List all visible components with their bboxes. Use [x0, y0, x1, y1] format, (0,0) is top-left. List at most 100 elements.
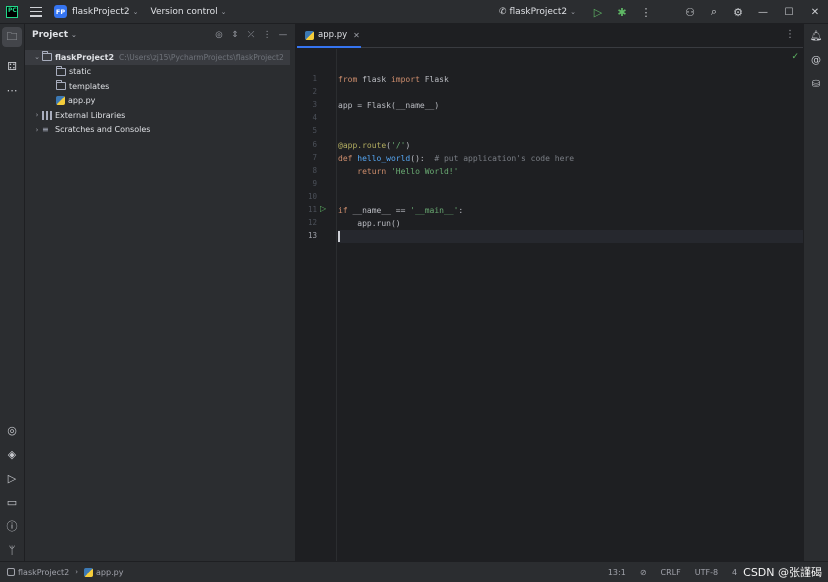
line-number[interactable]: 13 [297, 231, 317, 240]
code-token: : [458, 206, 464, 215]
project-switcher[interactable]: flaskProject2 ⌄ [72, 7, 138, 17]
add-user-icon[interactable]: ⚇ [678, 0, 702, 24]
code-line[interactable]: from flask import Flask [338, 73, 449, 86]
python-file-icon [84, 567, 94, 577]
locate-file-icon[interactable]: ◎ [213, 28, 225, 42]
project-name: flaskProject2 [72, 6, 130, 17]
run-config-label: flaskProject2 [509, 7, 568, 17]
gear-icon[interactable]: ⚙ [726, 0, 750, 24]
structure-icon[interactable]: ⚃ [2, 56, 22, 76]
caret-position[interactable]: 13:1 [608, 568, 626, 577]
folder-icon [42, 51, 52, 62]
line-number[interactable]: 3 [297, 100, 317, 109]
chevron-down-icon: ⌄ [570, 8, 576, 16]
git-branch-icon[interactable]: ᛘ [2, 540, 22, 560]
line-number[interactable]: 10 [297, 192, 317, 201]
code-token: Flask [419, 75, 449, 84]
project-badge[interactable]: FP [54, 5, 67, 18]
line-number[interactable]: 11 [297, 205, 317, 214]
no-write-access-icon[interactable]: ⊘ [640, 568, 647, 577]
collapse-all-icon[interactable]: ⤫ [245, 28, 257, 42]
tree-item-app-py[interactable]: app.py [25, 94, 296, 109]
debug-icon[interactable]: ✱ [610, 0, 634, 24]
run-configuration-selector[interactable]: ✆ flaskProject2 ⌄ [499, 7, 576, 17]
line-number[interactable]: 2 [297, 87, 317, 96]
file-encoding[interactable]: UTF-8 [695, 568, 718, 577]
line-number[interactable]: 4 [297, 113, 317, 122]
chevron-down-icon: ⌄ [220, 7, 227, 16]
line-number[interactable]: 12 [297, 218, 317, 227]
indent-setting[interactable]: 4 [732, 568, 737, 577]
status-bar: flaskProject2 › app.py 13:1 ⊘ CRLF UTF-8… [0, 561, 828, 582]
project-tree: ⌄ flaskProject2 C:\Users\zj15\PycharmPro… [25, 50, 296, 137]
chevron-right-icon[interactable]: › [32, 111, 42, 119]
module-icon [7, 568, 15, 576]
tab-app-py[interactable]: app.py ✕ [297, 24, 361, 48]
options-icon[interactable]: ⋮ [261, 28, 273, 42]
chevron-down-icon: ⌄ [71, 31, 77, 39]
tree-item-root[interactable]: ⌄ flaskProject2 C:\Users\zj15\PycharmPro… [25, 50, 290, 65]
tab-label: app.py [318, 30, 348, 40]
expand-all-icon[interactable]: ⇕ [229, 28, 241, 42]
line-number[interactable]: 6 [297, 140, 317, 149]
line-separator[interactable]: CRLF [661, 568, 681, 577]
inspection-ok-icon[interactable]: ✓ [791, 52, 799, 62]
line-number[interactable]: 1 [297, 74, 317, 83]
code-line[interactable] [338, 230, 803, 244]
services-icon[interactable]: ▷ [2, 468, 22, 488]
tree-item-templates[interactable]: templates [25, 79, 296, 94]
run-gutter-icon[interactable]: ▷ [320, 204, 326, 213]
chevron-down-icon[interactable]: ⌄ [32, 53, 42, 61]
breadcrumb-project[interactable]: flaskProject2 [18, 568, 69, 577]
python-file-icon [305, 30, 314, 40]
minimize-button[interactable]: — [750, 0, 776, 24]
code-token: return [357, 166, 391, 176]
project-folder-icon[interactable]: 🗀 [2, 27, 22, 47]
more-tools-icon[interactable]: ⋯ [2, 80, 22, 100]
tab-options-icon[interactable]: ⋮ [785, 29, 795, 40]
folder-icon [56, 65, 66, 76]
line-number[interactable]: 7 [297, 153, 317, 162]
ai-assistant-icon[interactable]: @ [807, 51, 825, 69]
tree-item-scratches[interactable]: › ≡ Scratches and Consoles [25, 123, 296, 138]
code-token: '__main__' [410, 206, 459, 215]
database-icon[interactable]: ⛁ [807, 75, 825, 93]
run-icon[interactable]: ▷ [586, 0, 610, 24]
main-menu-icon[interactable] [30, 6, 42, 17]
code-line[interactable]: if __name__ == '__main__': [338, 204, 463, 217]
tree-item-static[interactable]: static [25, 65, 296, 80]
maximize-button[interactable]: ☐ [776, 0, 802, 24]
version-control-menu[interactable]: Version control ⌄ [150, 7, 226, 17]
problems-icon[interactable]: ⓘ [2, 516, 22, 536]
search-icon[interactable]: ⌕ [702, 0, 726, 24]
tree-item-external-libraries[interactable]: › External Libraries [25, 108, 296, 123]
line-number[interactable]: 8 [297, 166, 317, 175]
tree-item-label: app.py [68, 96, 96, 106]
code-line[interactable]: return 'Hello World!' [338, 165, 458, 178]
close-window-button[interactable]: ✕ [802, 0, 828, 24]
pycharm-logo-icon[interactable] [6, 5, 18, 18]
line-number[interactable]: 9 [297, 179, 317, 188]
breadcrumb-file[interactable]: app.py [96, 568, 123, 577]
notifications-icon[interactable]: 🔔︎ [807, 27, 825, 45]
close-icon[interactable]: ✕ [353, 31, 360, 40]
tree-item-label: Scratches and Consoles [55, 125, 151, 135]
terminal-icon[interactable]: ▭ [2, 492, 22, 512]
code-line[interactable]: app = Flask(__name__) [338, 99, 439, 112]
code-line[interactable]: def hello_world(): # put application's c… [338, 152, 574, 165]
watermark: CSDN @张謹碣 [743, 566, 822, 579]
code-token: from [338, 75, 358, 84]
code-line[interactable]: app.run() [338, 217, 400, 230]
chevron-right-icon[interactable]: › [32, 126, 42, 134]
python-packages-icon[interactable]: ◎ [2, 420, 22, 440]
more-actions-icon[interactable]: ⋮ [634, 0, 658, 24]
code-token: 'Hello World!' [390, 166, 459, 176]
code-line[interactable]: @app.route('/') [338, 139, 410, 152]
chevron-down-icon: ⌄ [132, 7, 139, 16]
line-number[interactable]: 5 [297, 126, 317, 135]
line-number-gutter[interactable]: 1 2 3 4 5 6 7 8 9 10 11 12 13 ▷ [297, 49, 337, 561]
hide-panel-icon[interactable]: — [277, 28, 289, 42]
library-icon [42, 110, 52, 120]
layers-icon[interactable]: ◈ [2, 444, 22, 464]
left-tool-strip: 🗀 ⚃ ⋯ ◎ ◈ ▷ ▭ ⓘ ᛘ [0, 24, 25, 561]
